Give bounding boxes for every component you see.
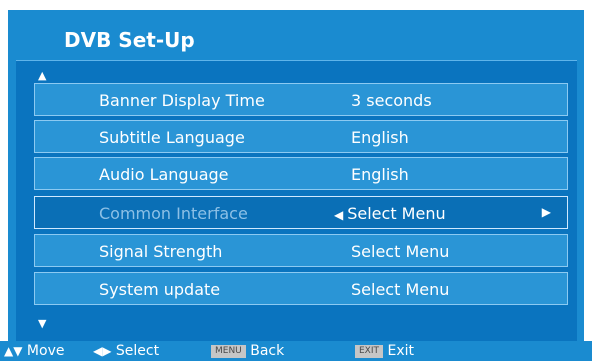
menu-item-value: Select Menu <box>351 242 450 261</box>
left-arrow-icon[interactable]: ◀ <box>334 208 343 222</box>
exit-label: Exit <box>387 343 414 359</box>
menu-item-audio-language[interactable]: Audio Language English <box>34 157 568 190</box>
left-right-arrows-icon: ◀▶ <box>93 344 112 358</box>
back-label: Back <box>250 343 285 359</box>
setup-screen: DVB Set-Up ▲ Banner Display Time 3 secon… <box>8 10 584 342</box>
move-hint: ▲▼ Move <box>4 343 64 359</box>
footer-hint-bar: ▲▼ Move ◀▶ Select MENU Back EXIT Exit <box>0 341 592 361</box>
right-arrow-icon[interactable]: ▶ <box>542 205 551 219</box>
menu-item-value: Select Menu <box>351 280 450 299</box>
menu-item-label: System update <box>99 280 221 299</box>
up-down-arrows-icon: ▲▼ <box>4 344 23 358</box>
scroll-up-icon[interactable]: ▲ <box>38 70 46 81</box>
menu-item-value: ◀ Select Menu <box>334 204 446 223</box>
page-title: DVB Set-Up <box>64 28 195 52</box>
menu-item-value: English <box>351 165 409 184</box>
menu-item-label: Subtitle Language <box>99 128 245 147</box>
menu-item-banner-display-time[interactable]: Banner Display Time 3 seconds <box>34 83 568 116</box>
exit-key-badge: EXIT <box>355 344 384 358</box>
menu-panel: ▲ Banner Display Time 3 seconds Subtitle… <box>16 60 577 342</box>
menu-item-label: Banner Display Time <box>99 91 265 110</box>
menu-item-system-update[interactable]: System update Select Menu <box>34 272 568 305</box>
select-label: Select <box>115 343 160 359</box>
menu-item-common-interface[interactable]: Common Interface ◀ Select Menu ▶ <box>34 196 568 229</box>
exit-hint: EXIT Exit <box>355 343 414 359</box>
menu-item-value-text: Select Menu <box>347 204 446 223</box>
menu-item-value: English <box>351 128 409 147</box>
menu-item-signal-strength[interactable]: Signal Strength Select Menu <box>34 234 568 267</box>
menu-item-subtitle-language[interactable]: Subtitle Language English <box>34 120 568 153</box>
menu-key-badge: MENU <box>211 344 246 358</box>
menu-item-label: Signal Strength <box>99 242 223 261</box>
move-label: Move <box>26 343 65 359</box>
back-hint: MENU Back <box>211 343 284 359</box>
scroll-down-icon[interactable]: ▼ <box>38 318 46 329</box>
menu-item-value: 3 seconds <box>351 91 432 110</box>
select-hint: ◀▶ Select <box>93 343 159 359</box>
menu-item-label: Audio Language <box>99 165 229 184</box>
menu-item-label: Common Interface <box>99 204 248 223</box>
